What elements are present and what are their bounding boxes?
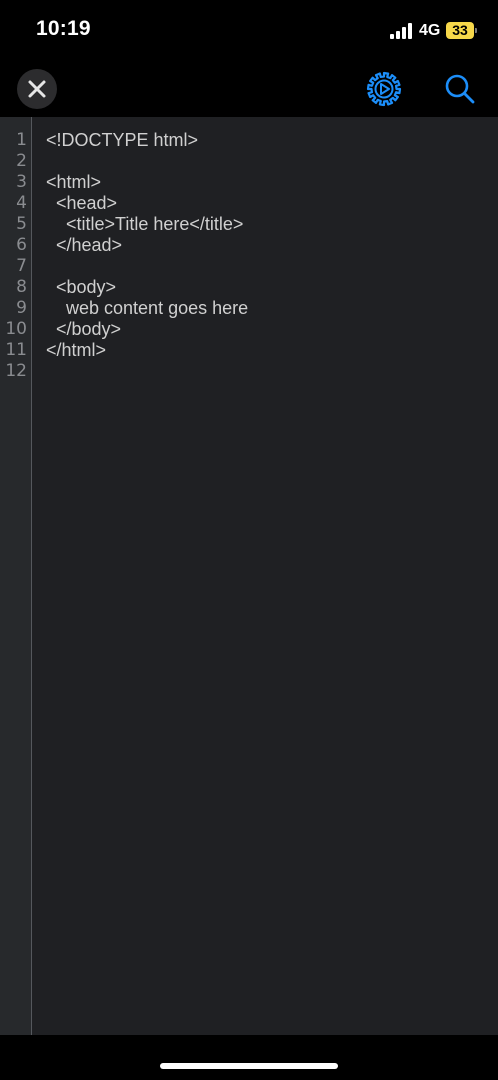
- line-number: 11: [5, 340, 27, 360]
- cellular-signal-icon: [390, 23, 412, 39]
- battery-level: 33: [452, 22, 468, 38]
- toolbar: [0, 60, 498, 117]
- code-line[interactable]: <!DOCTYPE html>: [46, 130, 198, 151]
- play-triangle: [380, 83, 390, 95]
- home-indicator[interactable]: [160, 1063, 338, 1069]
- close-icon: [28, 80, 46, 98]
- battery-cap: [475, 28, 477, 33]
- line-number-gutter: 1 2 3 4 5 6 7 8 9 10 11 12: [0, 117, 32, 1035]
- code-line[interactable]: <html>: [46, 172, 101, 193]
- close-button[interactable]: [17, 69, 57, 109]
- line-number: 3: [16, 172, 27, 192]
- gear-outline: [366, 71, 402, 107]
- code-line[interactable]: web content goes here: [46, 298, 248, 319]
- search-button[interactable]: [442, 71, 478, 107]
- search-icon: [445, 74, 475, 104]
- status-time: 10:19: [36, 17, 91, 40]
- line-number: 4: [16, 193, 27, 213]
- status-bar: 10:19 4G 33: [0, 0, 498, 60]
- line-number: 7: [16, 256, 27, 276]
- gear-icon: [366, 71, 402, 107]
- battery-icon: 33: [446, 22, 478, 39]
- network-type: 4G: [419, 22, 441, 39]
- bottom-area: [0, 1035, 498, 1080]
- line-number: 5: [16, 214, 27, 234]
- line-number: 2: [16, 151, 27, 171]
- code-line[interactable]: </body>: [46, 319, 121, 340]
- line-number: 12: [5, 361, 27, 381]
- line-number: 1: [16, 130, 27, 150]
- line-number: 8: [16, 277, 27, 297]
- code-line[interactable]: </html>: [46, 340, 106, 361]
- code-line[interactable]: </head>: [46, 235, 122, 256]
- screen: 10:19 4G 33 1 2 3 4 5 6 7 8 9 10 11 12 <…: [0, 0, 498, 1080]
- line-number: 9: [16, 298, 27, 318]
- line-number: 6: [16, 235, 27, 255]
- code-editor[interactable]: 1 2 3 4 5 6 7 8 9 10 11 12 <!DOCTYPE html> <html> <h…: [0, 117, 498, 1035]
- code-line[interactable]: <title>Title here</title>: [46, 214, 243, 235]
- code-line[interactable]: <body>: [46, 277, 116, 298]
- settings-button[interactable]: [366, 71, 402, 107]
- code-line[interactable]: <head>: [46, 193, 117, 214]
- line-number: 10: [5, 319, 27, 339]
